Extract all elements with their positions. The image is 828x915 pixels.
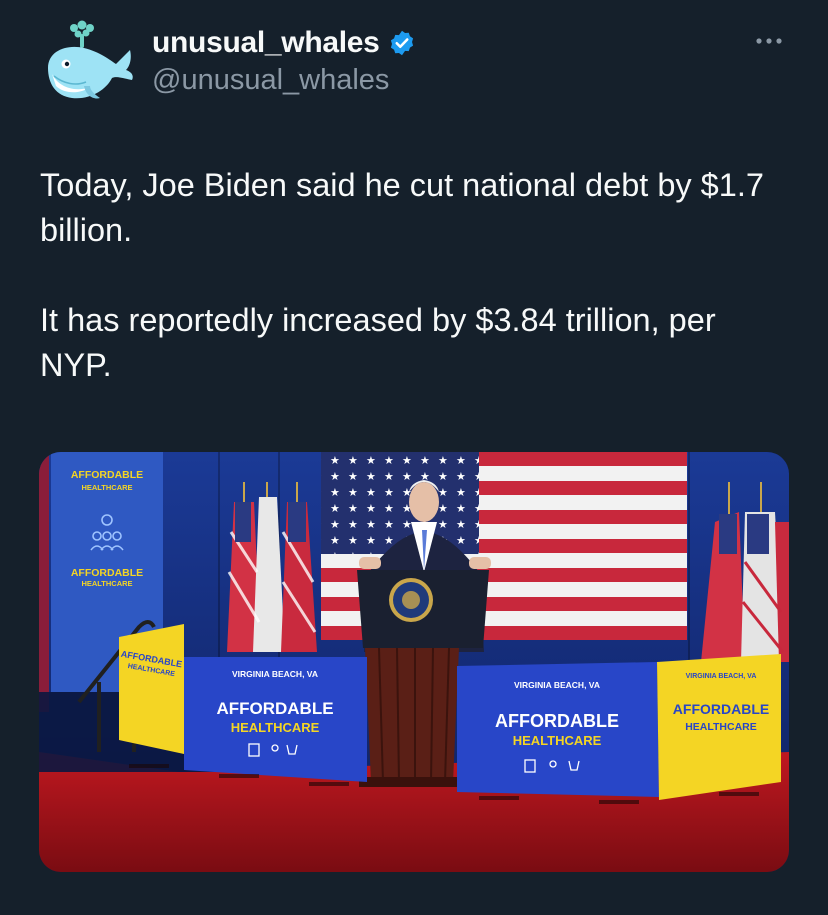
banner-line2: HEALTHCARE	[81, 483, 132, 492]
svg-text:VIRGINIA BEACH, VA: VIRGINIA BEACH, VA	[514, 680, 600, 690]
tweet: unusual_whales @unusual_whales Today, Jo…	[0, 0, 828, 915]
display-name[interactable]: unusual_whales	[152, 26, 380, 60]
tweet-paragraph: Today, Joe Biden said he cut national de…	[40, 167, 764, 248]
more-options-button[interactable]	[754, 32, 784, 50]
sign-subtitle: HEALTHCARE	[231, 720, 320, 735]
author-block: unusual_whales @unusual_whales	[152, 24, 416, 97]
svg-text:HEALTHCARE: HEALTHCARE	[81, 579, 132, 588]
sign-center-left: VIRGINIA BEACH, VA AFFORDABLE HEALTHCARE	[184, 657, 367, 782]
verified-badge-icon	[388, 29, 416, 57]
sign-title: AFFORDABLE	[216, 699, 333, 718]
sign-location: VIRGINIA BEACH, VA	[232, 669, 318, 679]
svg-text:AFFORDABLE: AFFORDABLE	[71, 567, 143, 579]
svg-text:AFFORDABLE: AFFORDABLE	[495, 711, 619, 731]
tweet-paragraph: It has reportedly increased by $3.84 tri…	[40, 302, 716, 383]
flag-stands-left	[227, 482, 317, 652]
more-horizontal-icon	[756, 38, 782, 44]
sign-center-right: VIRGINIA BEACH, VA AFFORDABLE HEALTHCARE	[457, 662, 659, 797]
sign-right-yellow: VIRGINIA BEACH, VA AFFORDABLE HEALTHCARE	[657, 654, 781, 800]
tweet-image[interactable]: ★ AFFORDABLE HEALTHCARE	[39, 452, 789, 872]
name-row: unusual_whales	[152, 24, 416, 62]
press-event-photo: ★ AFFORDABLE HEALTHCARE	[39, 452, 789, 872]
banner-line1: AFFORDABLE	[71, 469, 143, 481]
svg-text:HEALTHCARE: HEALTHCARE	[513, 733, 602, 748]
handle[interactable]: @unusual_whales	[152, 64, 416, 97]
svg-text:HEALTHCARE: HEALTHCARE	[685, 721, 757, 733]
whale-avatar-icon	[48, 20, 133, 99]
svg-text:VIRGINIA BEACH, VA: VIRGINIA BEACH, VA	[686, 673, 757, 680]
tweet-text: Today, Joe Biden said he cut national de…	[40, 163, 790, 388]
sign-left-yellow: AFFORDABLE HEALTHCARE	[119, 624, 184, 754]
svg-text:AFFORDABLE: AFFORDABLE	[673, 701, 769, 717]
avatar[interactable]	[40, 20, 136, 108]
